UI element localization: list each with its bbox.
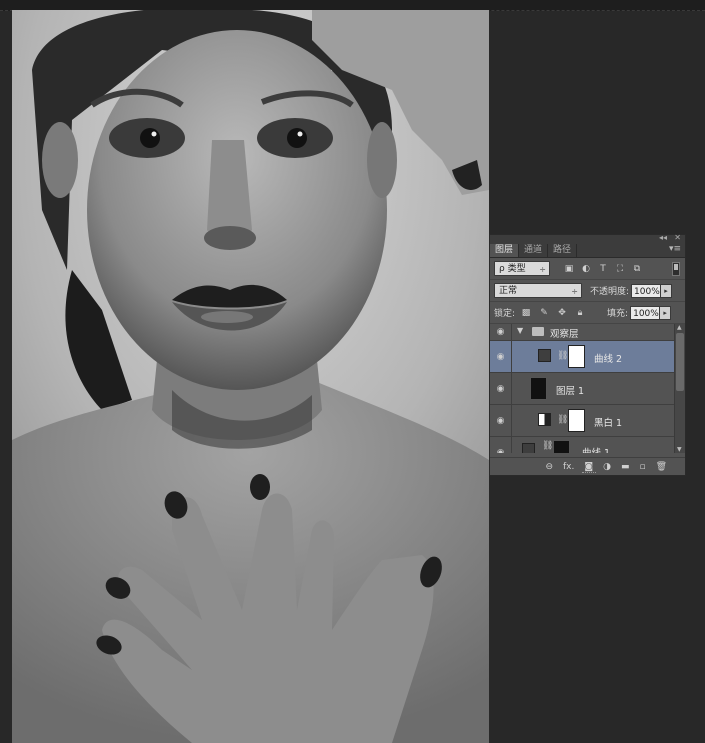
- layer-name: 黑白 1: [594, 418, 623, 429]
- black-white-adjustment-icon: [538, 413, 551, 426]
- blend-mode-value: 正常: [499, 286, 518, 296]
- lock-icons: ▩ ✎ ✥ 🔒︎: [521, 308, 585, 318]
- scroll-up-icon[interactable]: ▲: [677, 324, 682, 331]
- blend-mode-select[interactable]: 正常 ÷: [494, 283, 582, 298]
- filter-icons: ▣ ◐ T ⛶ ⧉: [564, 264, 642, 274]
- panel-titlebar: ◂◂ ✕: [490, 233, 685, 243]
- panel-menu-icon[interactable]: ▾≡: [669, 244, 681, 254]
- filter-row: ρ 类型 ÷ ▣ ◐ T ⛶ ⧉: [490, 258, 685, 280]
- blend-mode-arrow: ÷: [571, 287, 578, 296]
- visibility-eye-icon[interactable]: ◉: [490, 373, 512, 404]
- layer-name: 图层 1: [556, 386, 585, 397]
- fill-label: 填充:: [607, 309, 629, 319]
- scroll-down-icon[interactable]: ▼: [677, 446, 682, 453]
- new-group-folder-icon[interactable]: ▬: [621, 462, 630, 472]
- new-adjustment-icon[interactable]: ◑: [603, 462, 611, 472]
- layer-mask-thumbnail[interactable]: [568, 409, 585, 432]
- resize-grip[interactable]: [582, 472, 596, 476]
- fill-dropdown-icon[interactable]: ▸: [660, 305, 672, 320]
- filter-kind-select[interactable]: ρ 类型 ÷: [494, 261, 550, 276]
- curves-adjustment-icon: [538, 349, 551, 362]
- fill-input[interactable]: 100%: [630, 305, 661, 320]
- layer-group-row[interactable]: ◉ ▼ 观察层: [490, 324, 675, 341]
- layer-name: 观察层: [550, 329, 579, 340]
- portrait-photo[interactable]: [12, 10, 489, 743]
- lock-label: 锁定:: [494, 309, 516, 319]
- tab-layers[interactable]: 图层: [490, 244, 520, 257]
- filter-shape-icon[interactable]: ⛶: [615, 264, 625, 274]
- layer-row-curves-2[interactable]: ◉ ⛓ 曲线 2: [490, 341, 675, 373]
- visibility-eye-icon[interactable]: ◉: [490, 437, 512, 453]
- layer-name: 曲线 2: [594, 354, 623, 365]
- layer-row-curves-1[interactable]: ◉ ⛓ 曲线 1: [490, 437, 675, 453]
- link-chain-icon[interactable]: ⛓: [542, 441, 553, 451]
- layer-name: 曲线 1: [582, 445, 610, 453]
- lock-all-icon[interactable]: 🔒︎: [575, 308, 585, 318]
- filter-kind-label: ρ 类型: [499, 264, 526, 274]
- visibility-eye-icon[interactable]: ◉: [490, 341, 512, 372]
- layers-panel: ◂◂ ✕ 图层 通道 路径 ▾≡ ρ 类型 ÷ ▣ ◐ T ⛶ ⧉ 正常 ÷ 不…: [489, 233, 686, 476]
- portrait-illustration: [12, 10, 489, 743]
- layers-list: ◉ ▼ 观察层 ◉ ⛓ 曲线 2 ◉ 图层 1 ◉ ⛓ 黑白 1 ◉ ⛓ ▲ ▼: [490, 324, 685, 453]
- lock-move-icon[interactable]: ✥: [557, 308, 567, 318]
- lock-transparent-icon[interactable]: ▩: [521, 308, 531, 318]
- filter-adjustment-icon[interactable]: ◐: [581, 264, 591, 274]
- link-layers-icon[interactable]: ⊖: [545, 462, 553, 472]
- lock-brush-icon[interactable]: ✎: [539, 308, 549, 318]
- filter-kind-arrow: ÷: [539, 265, 546, 274]
- tab-paths[interactable]: 路径: [548, 244, 578, 257]
- opacity-label: 不透明度:: [590, 287, 630, 297]
- scrollbar-thumb[interactable]: [676, 333, 684, 391]
- filter-pixel-icon[interactable]: ▣: [564, 264, 574, 274]
- link-chain-icon[interactable]: ⛓: [557, 351, 568, 361]
- layer-thumbnail[interactable]: [553, 440, 570, 453]
- folder-icon: [532, 327, 544, 336]
- visibility-eye-icon[interactable]: ◉: [490, 324, 512, 340]
- layer-thumbnail[interactable]: [530, 377, 547, 400]
- link-chain-icon[interactable]: ⛓: [557, 415, 568, 425]
- tab-channels[interactable]: 通道: [519, 244, 549, 257]
- opacity-dropdown-icon[interactable]: ▸: [661, 283, 673, 298]
- trash-icon[interactable]: 🗑︎: [656, 462, 667, 472]
- blend-row: 正常 ÷ 不透明度: 100% ▸: [490, 280, 685, 302]
- panel-tabs: 图层 通道 路径 ▾≡: [490, 243, 685, 258]
- curves-adjustment-icon: [522, 443, 535, 453]
- new-layer-icon[interactable]: ▫: [639, 462, 645, 472]
- layers-bottom-toolbar: ⊖ fx. ◙ ◑ ▬ ▫ 🗑︎: [490, 457, 685, 475]
- layers-scrollbar[interactable]: ▲ ▼: [674, 324, 685, 453]
- filter-type-icon[interactable]: T: [598, 264, 608, 274]
- layer-row-black-white-1[interactable]: ◉ ⛓ 黑白 1: [490, 405, 675, 437]
- group-disclosure-icon[interactable]: ▼: [517, 326, 523, 335]
- layer-mask-thumbnail[interactable]: [568, 345, 585, 368]
- filter-smart-object-icon[interactable]: ⧉: [632, 264, 642, 274]
- filter-toggle-switch[interactable]: [672, 262, 680, 276]
- visibility-eye-icon[interactable]: ◉: [490, 405, 512, 436]
- opacity-input[interactable]: 100%: [631, 283, 662, 298]
- fx-icon[interactable]: fx.: [563, 462, 574, 472]
- layer-row-layer-1[interactable]: ◉ 图层 1: [490, 373, 675, 405]
- add-mask-icon[interactable]: ◙: [584, 462, 593, 472]
- lock-row: 锁定: ▩ ✎ ✥ 🔒︎ 填充: 100% ▸: [490, 302, 685, 324]
